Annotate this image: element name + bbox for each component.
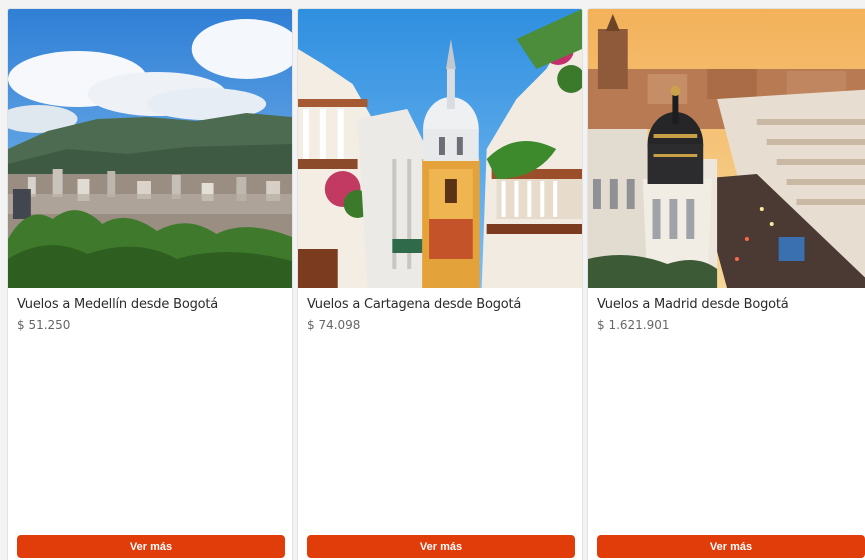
ver-mas-button[interactable]: Ver más bbox=[597, 535, 865, 558]
medellin-photo bbox=[8, 9, 292, 288]
card-title[interactable]: Vuelos a Medellín desde Bogotá bbox=[17, 297, 218, 312]
destination-cards: Vuelos a Medellín desde Bogotá $ 51.250 … bbox=[0, 0, 865, 560]
cartagena-photo bbox=[298, 9, 582, 288]
card-title[interactable]: Vuelos a Madrid desde Bogotá bbox=[597, 297, 789, 312]
card-price: $ 74.098 bbox=[307, 318, 361, 332]
destination-card-medellin[interactable]: Vuelos a Medellín desde Bogotá $ 51.250 … bbox=[7, 8, 293, 560]
madrid-photo bbox=[588, 9, 865, 288]
destination-card-cartagena[interactable]: Vuelos a Cartagena desde Bogotá $ 74.098… bbox=[297, 8, 583, 560]
destination-card-madrid[interactable]: Vuelos a Madrid desde Bogotá $ 1.621.901… bbox=[587, 8, 865, 560]
card-price: $ 1.621.901 bbox=[597, 318, 670, 332]
ver-mas-button[interactable]: Ver más bbox=[17, 535, 285, 558]
card-price: $ 51.250 bbox=[17, 318, 71, 332]
card-title[interactable]: Vuelos a Cartagena desde Bogotá bbox=[307, 297, 521, 312]
ver-mas-button[interactable]: Ver más bbox=[307, 535, 575, 558]
